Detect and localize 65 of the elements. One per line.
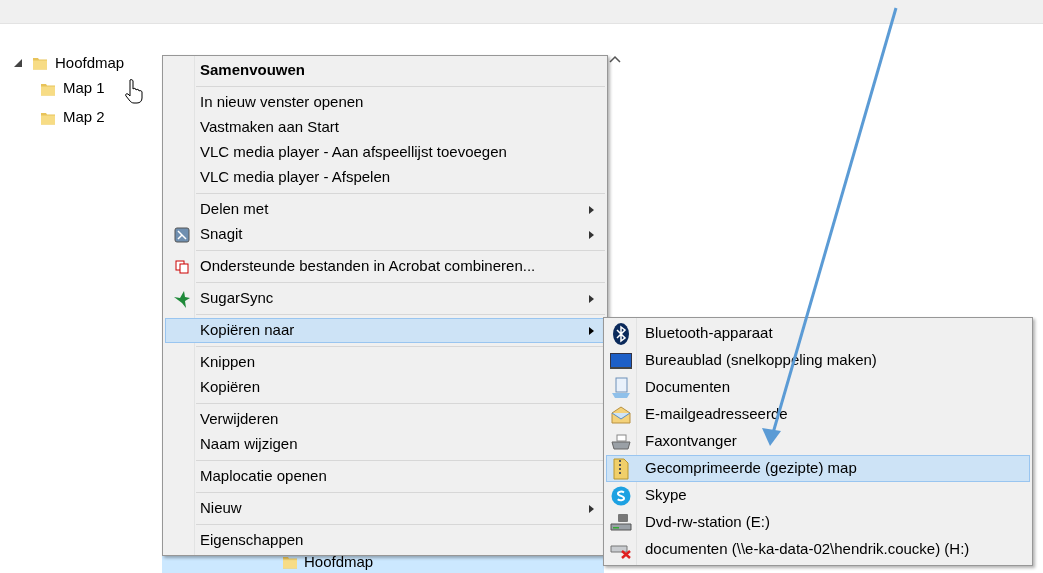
tree-label[interactable]: Map 2 — [63, 106, 105, 129]
bluetooth-icon — [613, 322, 629, 345]
menu-item-label: Bluetooth-apparaat — [644, 323, 773, 344]
menu-item[interactable]: Eigenschappen — [165, 528, 605, 553]
tree-label[interactable]: Map 1 — [63, 77, 105, 100]
menu-item-label: In nieuw venster openen — [199, 92, 365, 113]
menu-item[interactable]: Samenvouwen — [165, 58, 605, 83]
round-logo-icon — [611, 485, 631, 506]
tree-label: Hoofdmap — [304, 551, 374, 572]
menu-item[interactable]: In nieuw venster openen — [165, 90, 605, 115]
menu-item[interactable]: VLC media player - Afspelen — [165, 165, 605, 190]
menu-item[interactable]: Delen met — [165, 197, 605, 222]
menu-item[interactable]: Gecomprimeerde (gezipte) map — [606, 455, 1030, 482]
menu-item-label: Delen met — [199, 199, 270, 220]
menu-item-label: Verwijderen — [199, 409, 280, 430]
menu-item[interactable]: Dvd-rw-station (E:) — [606, 509, 1030, 536]
folder-icon — [32, 55, 48, 71]
menu-item[interactable]: SugarSync — [165, 286, 605, 311]
menu-item-label: Ondersteunde bestanden in Acrobat combineren... — [199, 256, 537, 277]
menu-item-label: Dvd-rw-station (E:) — [644, 512, 771, 533]
printer-icon — [611, 433, 631, 450]
scroll-up-icon[interactable] — [609, 55, 621, 63]
menu-item[interactable]: Vastmaken aan Start — [165, 115, 605, 140]
menu-item[interactable]: Bluetooth-apparaat — [606, 320, 1030, 347]
document-icon — [611, 376, 631, 399]
menu-item-label: Naam wijzigen — [199, 434, 299, 455]
menu-item-label: Kopiëren — [199, 377, 262, 398]
menu-item[interactable]: Skype — [606, 482, 1030, 509]
folder-icon — [282, 554, 298, 570]
disc-drive-icon — [610, 512, 632, 533]
menu-item[interactable]: Naam wijzigen — [165, 432, 605, 457]
menu-item-label: Snagit — [199, 224, 244, 245]
tree-label[interactable]: Hoofdmap — [55, 51, 125, 75]
menu-item[interactable]: Knippen — [165, 350, 605, 375]
menu-item-label: documenten (\\e-ka-data-02\hendrik.coucke) (H:) — [644, 539, 970, 560]
monitor-icon — [610, 352, 632, 369]
menu-item-label: Vastmaken aan Start — [199, 117, 340, 138]
document-stack-icon — [175, 259, 189, 274]
menu-item[interactable]: Verwijderen — [165, 407, 605, 432]
envelope-icon — [611, 405, 631, 424]
menu-item-label: Gecomprimeerde (gezipte) map — [644, 458, 857, 479]
menu-item-label: Samenvouwen — [199, 60, 307, 81]
menu-item[interactable]: Kopiëren — [165, 375, 605, 400]
menu-item-label: Knippen — [199, 352, 257, 373]
menu-item-label: Faxontvanger — [644, 431, 737, 452]
menu-item[interactable]: Faxontvanger — [606, 428, 1030, 455]
menu-item[interactable]: Ondersteunde bestanden in Acrobat combineren... — [165, 254, 605, 279]
menu-item-label: Skype — [644, 485, 687, 506]
menu-item-label: VLC media player - Aan afspeellijst toevoegen — [199, 142, 508, 163]
menu-item[interactable]: Snagit — [165, 222, 605, 247]
menu-item[interactable]: Kopiëren naar — [165, 318, 605, 343]
menu-item-label: Maplocatie openen — [199, 466, 328, 487]
menu-item[interactable]: documenten (\\e-ka-data-02\hendrik.coucke) (H:) — [606, 536, 1030, 563]
menu-item-label: Kopiëren naar — [199, 320, 296, 341]
menu-item[interactable]: Maplocatie openen — [165, 464, 605, 489]
menu-item-label: Nieuw — [199, 498, 243, 519]
zipped-folder-icon — [613, 456, 629, 481]
menu-item-label: VLC media player - Afspelen — [199, 167, 392, 188]
menu-item[interactable]: Nieuw — [165, 496, 605, 521]
expanded-caret-icon[interactable] — [14, 59, 22, 67]
menu-item-label: Documenten — [644, 377, 731, 398]
menu-item-label: SugarSync — [199, 288, 275, 309]
menu-item[interactable]: VLC media player - Aan afspeellijst toevoegen — [165, 140, 605, 165]
menu-item-label: Eigenschappen — [199, 530, 305, 551]
menu-item[interactable]: Documenten — [606, 374, 1030, 401]
